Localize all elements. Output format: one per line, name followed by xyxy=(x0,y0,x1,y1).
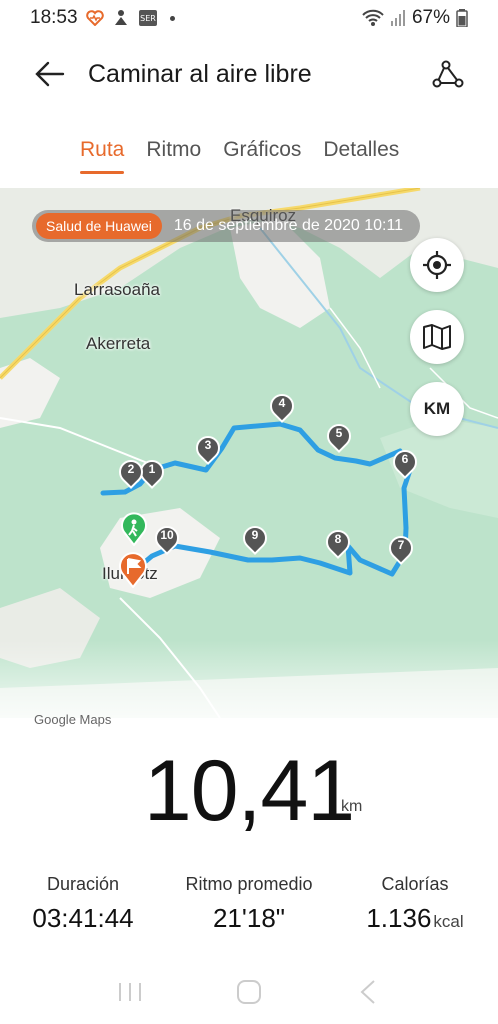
stat-value: 03:41:44 xyxy=(32,903,134,933)
app-bar: Caminar al aire libre xyxy=(0,44,498,104)
km-marker: 9 xyxy=(238,521,272,555)
back-button[interactable] xyxy=(30,54,70,94)
recent-apps-icon xyxy=(118,983,141,1001)
route-map[interactable]: Esquiroz Larrasoaña Akerreta Ilurdotz Sa… xyxy=(0,188,498,718)
back-arrow-icon xyxy=(35,61,65,87)
source-badge: Salud de Huawei xyxy=(36,213,162,239)
finish-flag-icon xyxy=(119,552,147,588)
map-attribution: Google Maps xyxy=(34,712,112,727)
place-label: Larrasoaña xyxy=(74,280,161,299)
map-layers-icon xyxy=(423,324,451,350)
status-bar: 18:53 SER 67% xyxy=(0,0,498,36)
km-toggle-button[interactable]: KM xyxy=(410,382,464,436)
stat-label: Duración xyxy=(46,874,120,894)
page-title: Caminar al aire libre xyxy=(88,59,312,88)
tab-bar: Ruta Ritmo Gráficos Detalles xyxy=(0,132,498,176)
km-marker: 6 xyxy=(388,445,422,479)
recent-apps-button[interactable] xyxy=(110,972,150,1012)
stat-pace: Ritmo promedio 21'18" xyxy=(166,874,332,934)
status-time: 18:53 xyxy=(30,7,78,28)
tab-ritmo[interactable]: Ritmo xyxy=(146,132,201,176)
place-label: Akerreta xyxy=(86,334,151,353)
distance-value: 10,41 xyxy=(143,743,355,839)
battery-percent: 67% xyxy=(411,7,450,28)
stat-calories: Calorías 1.136 kcal xyxy=(332,874,498,934)
km-marker: 2 xyxy=(114,455,148,489)
distance-summary: 10,41 km xyxy=(0,742,498,841)
stat-duration: Duración 03:41:44 xyxy=(0,874,166,934)
sim-icon: SER xyxy=(138,9,158,27)
tab-detalles[interactable]: Detalles xyxy=(323,132,399,176)
stat-unit: kcal xyxy=(433,912,464,931)
km-marker: 4 xyxy=(265,389,299,423)
home-icon xyxy=(236,980,261,1004)
system-nav-bar xyxy=(0,960,498,1024)
distance-unit: km xyxy=(341,798,363,815)
km-marker: 3 xyxy=(191,431,225,465)
stat-label: Ritmo promedio xyxy=(185,874,313,894)
stats-row: Duración 03:41:44 Ritmo promedio 21'18" … xyxy=(0,874,498,934)
locate-button[interactable] xyxy=(410,238,464,292)
stat-value: 21'18" xyxy=(212,903,286,933)
workout-date: 16 de septiembre de 2020 10:11 xyxy=(173,217,404,234)
wifi-icon xyxy=(362,9,384,27)
map-layers-button[interactable] xyxy=(410,310,464,364)
home-button[interactable] xyxy=(229,972,269,1012)
dot-icon xyxy=(169,15,175,21)
source-pill: Salud de Huawei 16 de septiembre de 2020… xyxy=(32,210,420,242)
km-marker: 8 xyxy=(321,525,355,559)
km-marker: 7 xyxy=(384,531,418,565)
huawei-health-icon xyxy=(112,9,130,27)
nav-back-button[interactable] xyxy=(348,972,388,1012)
svg-text:SER: SER xyxy=(140,14,156,23)
signal-icon xyxy=(390,9,406,27)
locate-icon xyxy=(423,251,451,279)
stat-label: Calorías xyxy=(381,874,449,894)
tab-graficos[interactable]: Gráficos xyxy=(223,132,301,176)
tab-ruta[interactable]: Ruta xyxy=(80,132,125,176)
heart-rate-icon xyxy=(85,10,104,26)
km-marker: 5 xyxy=(322,419,356,453)
km-marker: 10 xyxy=(150,521,184,555)
battery-icon xyxy=(456,9,468,27)
route-button[interactable] xyxy=(428,54,468,94)
start-walk-icon xyxy=(121,512,147,546)
km-marker: 1 xyxy=(135,455,169,489)
stat-value: 1.136 xyxy=(366,903,432,933)
back-icon xyxy=(360,980,375,1004)
route-icon xyxy=(432,60,464,88)
